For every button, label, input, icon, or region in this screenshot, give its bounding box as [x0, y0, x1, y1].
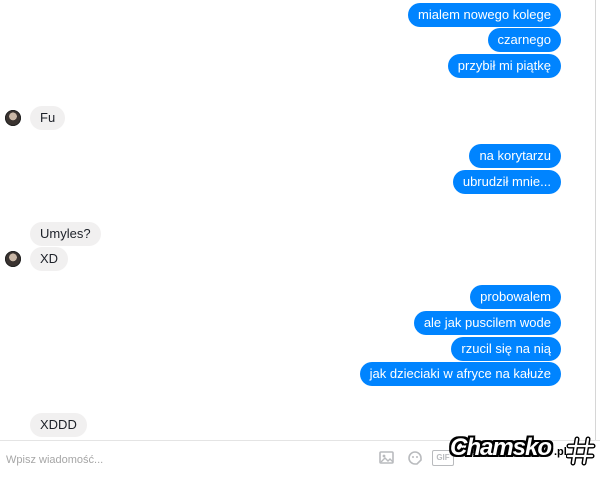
message-bubble-outgoing[interactable]: przybił mi piątkę: [447, 54, 561, 78]
message-input[interactable]: [4, 450, 368, 470]
message-bubble-outgoing[interactable]: czarnego: [487, 28, 561, 52]
hash-logo-icon: [566, 436, 596, 466]
message-bubble-incoming[interactable]: Fu: [30, 106, 66, 130]
image-icon[interactable]: [378, 449, 396, 467]
sticker-icon[interactable]: [406, 449, 424, 467]
message-bubble-outgoing[interactable]: probowalem: [470, 285, 561, 309]
watermark-suffix: .pl: [554, 446, 567, 458]
message-thread: mialem nowego kolege czarnego przybił mi…: [0, 0, 588, 440]
chamsko-watermark-logo: Chamsko .pl: [448, 432, 598, 472]
contact-avatar[interactable]: [5, 251, 21, 267]
message-bubble-outgoing[interactable]: na korytarzu: [469, 144, 561, 168]
message-bubble-outgoing[interactable]: ubrudził mnie...: [452, 170, 561, 194]
message-bubble-outgoing[interactable]: ale jak puscilem wode: [413, 311, 561, 335]
scrollbar-track[interactable]: [595, 0, 596, 440]
contact-avatar[interactable]: [5, 110, 21, 126]
watermark-text: Chamsko: [450, 434, 552, 461]
message-bubble-outgoing[interactable]: jak dzieciaki w afryce na kałuże: [359, 362, 561, 386]
message-bubble-incoming[interactable]: Umyles?: [30, 222, 101, 246]
message-bubble-outgoing[interactable]: mialem nowego kolege: [408, 3, 561, 27]
message-bubble-outgoing[interactable]: rzucil się na nią: [451, 337, 561, 361]
message-bubble-incoming[interactable]: XDDD: [30, 413, 87, 437]
message-bubble-incoming[interactable]: XD: [30, 247, 69, 271]
